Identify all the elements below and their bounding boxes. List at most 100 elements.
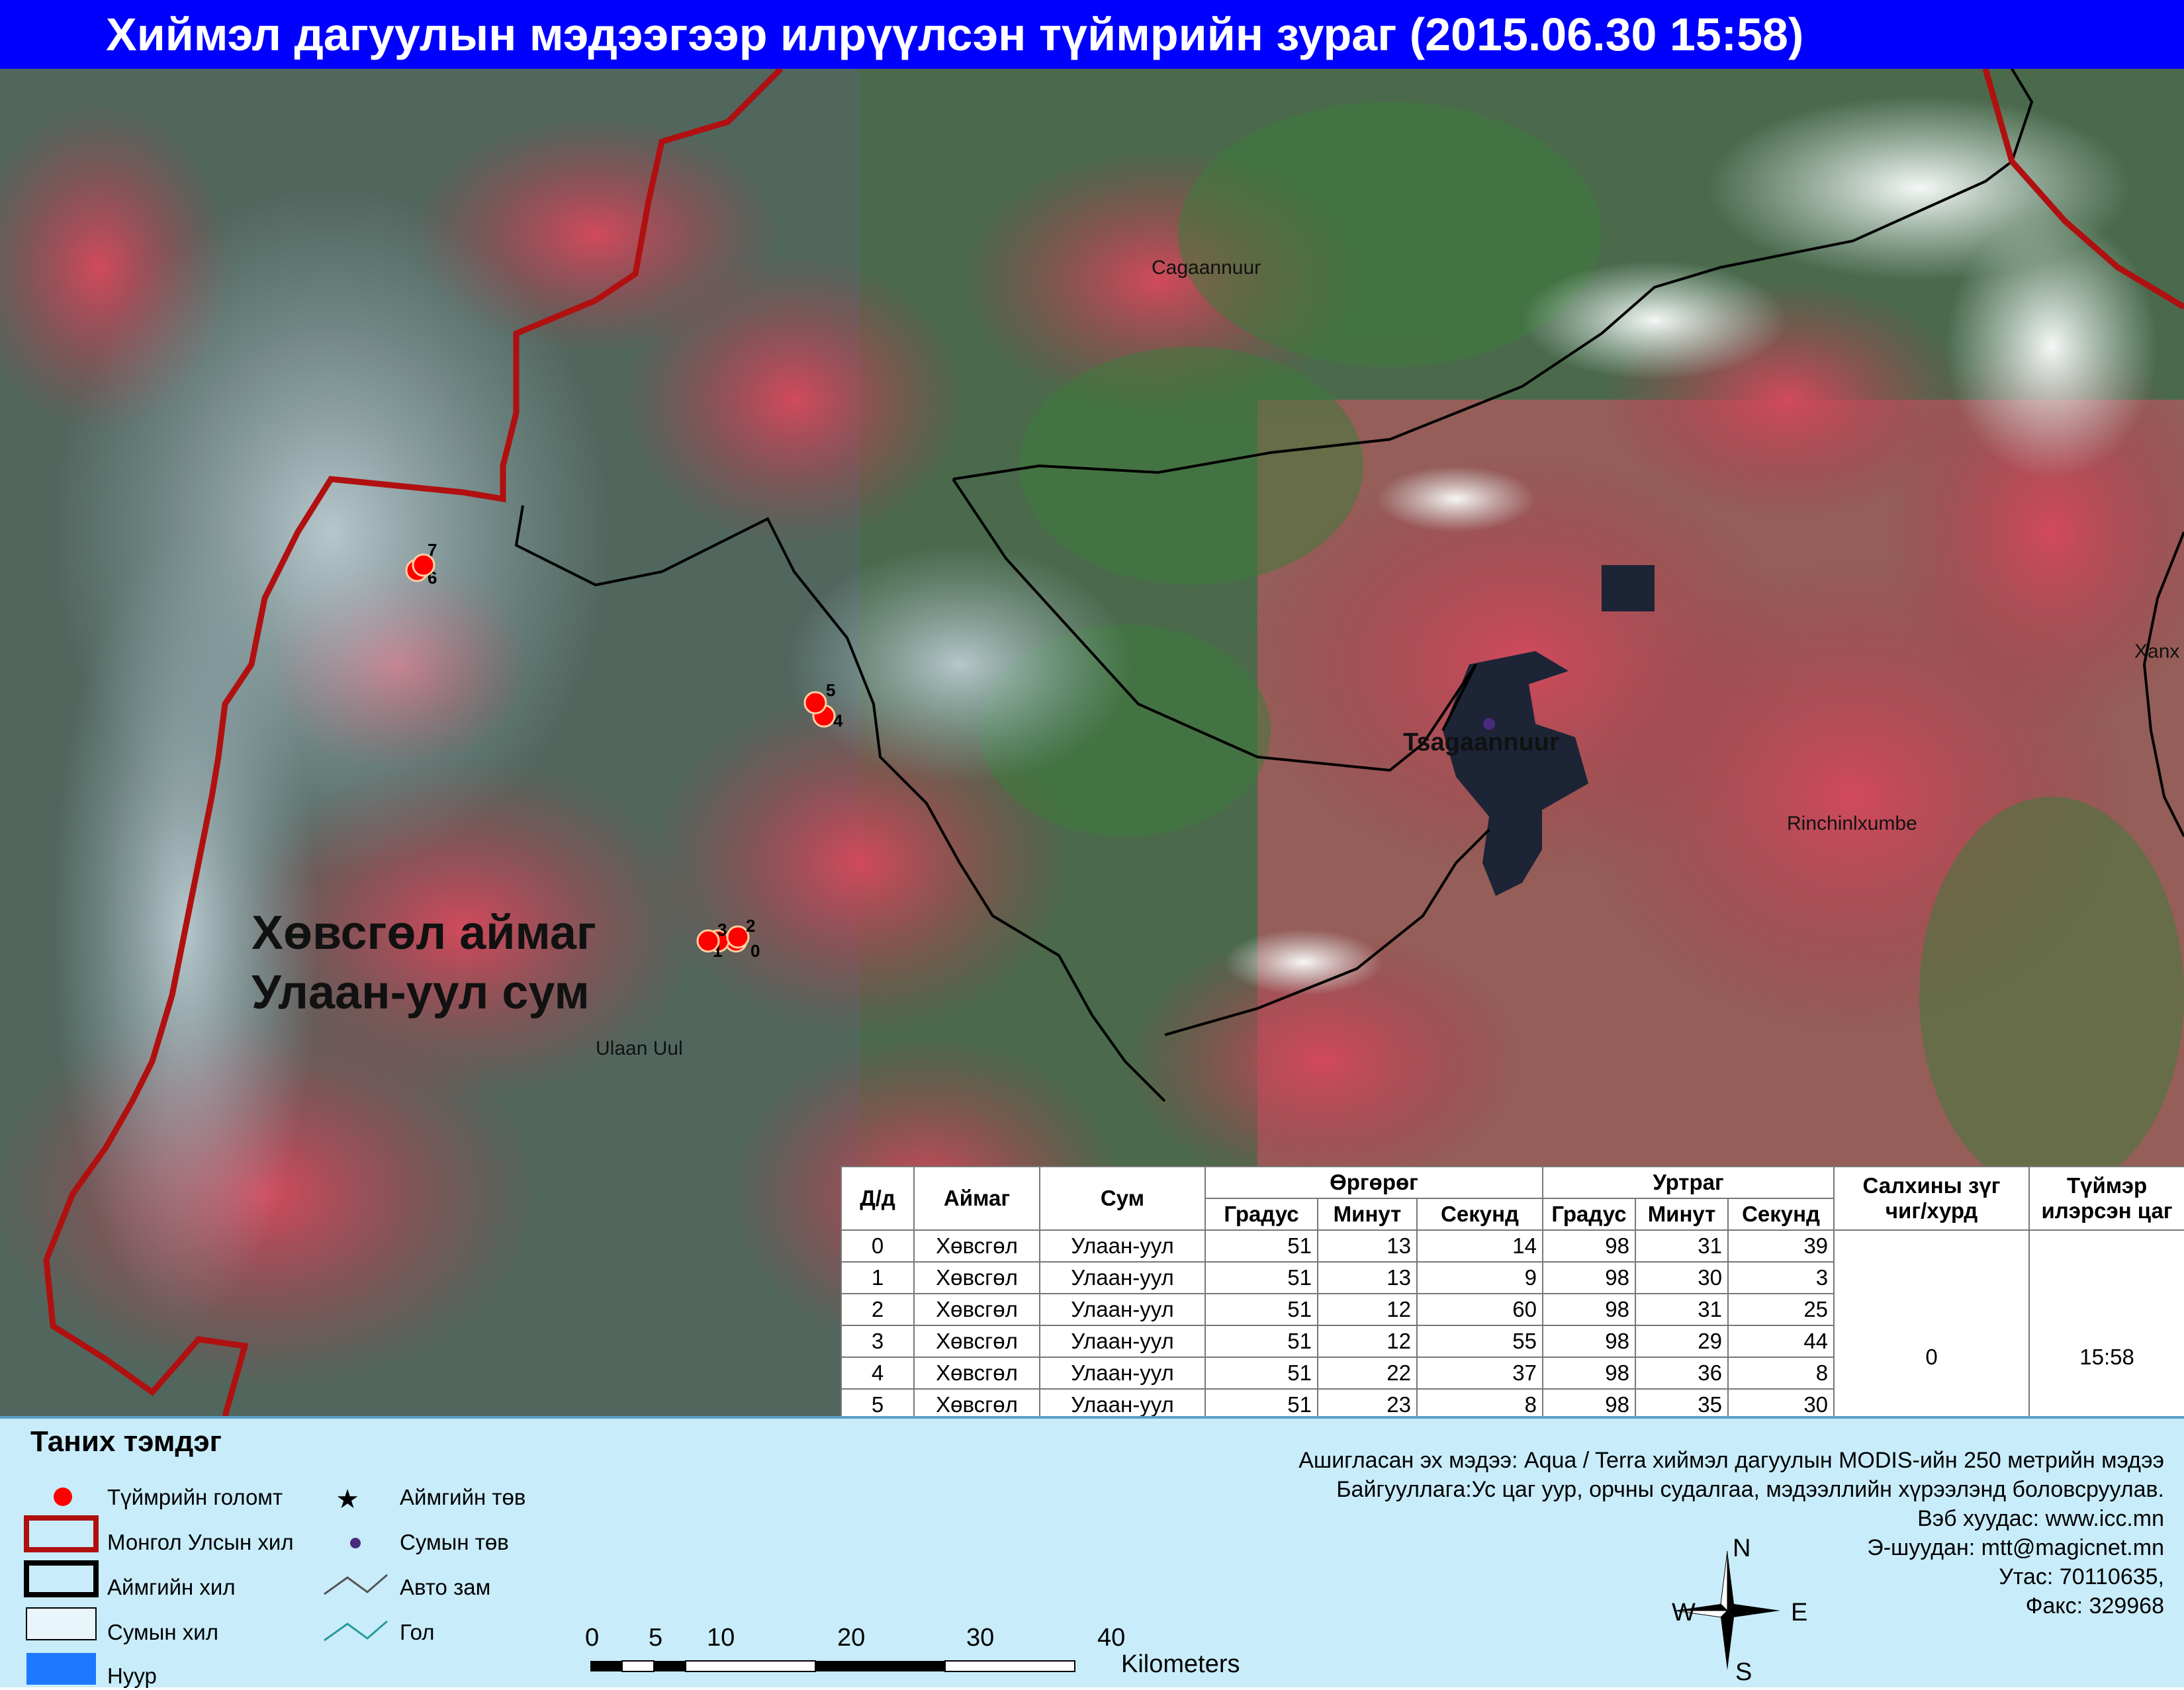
table-cell: Хөвсгөл [913, 1293, 1040, 1326]
scale-tick-10: 10 [707, 1624, 735, 1652]
table-cell: 31 [1635, 1293, 1729, 1326]
label-sum: Улаан-уул сум [251, 966, 590, 1019]
satellite-map[interactable]: 01234567 Хөвсгөл аймаг Улаан-уул сум Ula… [0, 69, 2184, 1485]
table-cell: 3 [1727, 1261, 1835, 1294]
legend-road-label: Авто зам [400, 1575, 491, 1599]
table-cell: 8 [1727, 1356, 1835, 1390]
legend-border-icon [24, 1515, 99, 1552]
table-cell: 9 [1416, 1261, 1544, 1294]
table-row: 0 Хөвсгөл Улаан-уул 51 13 14 98 31 39 0 15:58 [841, 1229, 2184, 1485]
scale-tick-30: 30 [966, 1624, 995, 1652]
header-lat-deg: Градус [1205, 1198, 1318, 1231]
table-cell: 13 [1317, 1261, 1418, 1294]
info-source: Ашигласан эх мэдээ: Aqua / Terra хиймэл … [1298, 1448, 2164, 1473]
label-region: Хөвсгөл аймаг [251, 907, 596, 959]
fire-point-label: 4 [833, 711, 843, 731]
info-email: Э-шуудан: mtt@magicnet.mn [1867, 1535, 2164, 1560]
label-cagaannuur: Cagaannuur [1152, 257, 1261, 279]
table-cell: 31 [1635, 1229, 1729, 1263]
header-dd: Д/д [841, 1166, 915, 1231]
table-cell: Улаан-уул [1039, 1261, 1206, 1294]
scale-tick-40: 40 [1097, 1624, 1126, 1652]
table-cell: 25 [1727, 1293, 1835, 1326]
lake-small [1602, 565, 1655, 611]
table-cell: Улаан-уул [1039, 1293, 1206, 1326]
fire-point-marker[interactable] [696, 929, 720, 953]
header-lon-deg: Градус [1542, 1198, 1637, 1231]
label-tsagaannuur: Tsagaannuur [1403, 729, 1559, 756]
table-cell: 98 [1542, 1293, 1637, 1326]
legend-aimag-center-icon: ★ [336, 1485, 359, 1514]
table-cell: Хөвсгөл [913, 1229, 1040, 1263]
legend-border-label: Монгол Улсын хил [107, 1530, 294, 1554]
table-cell: 14 [1416, 1229, 1544, 1263]
fire-point-marker[interactable] [803, 691, 827, 715]
header-lon-sec: Секунд [1727, 1198, 1835, 1231]
table-cell: 12 [1317, 1325, 1418, 1358]
scale-tick-20: 20 [837, 1624, 866, 1652]
table-cell: 98 [1542, 1229, 1637, 1263]
header-lon-min: Минут [1635, 1198, 1729, 1231]
scale-tick-5: 5 [649, 1624, 663, 1652]
header-longitude: Уртраг [1542, 1166, 1835, 1199]
scale-unit: Kilometers [1121, 1650, 1240, 1678]
header-wind: Салхины зүг чиг/хурд [1833, 1166, 2030, 1231]
table-cell: 51 [1205, 1293, 1318, 1326]
fire-point-label: 7 [428, 540, 437, 560]
table-cell: 4 [841, 1356, 915, 1390]
table-cell: 51 [1205, 1261, 1318, 1294]
fire-point-label: 0 [751, 941, 760, 961]
table-cell: 51 [1205, 1229, 1318, 1263]
table-cell: 0 [841, 1229, 915, 1263]
table-cell: 98 [1542, 1261, 1637, 1294]
fire-point-label: 2 [746, 916, 755, 936]
table-cell: 12 [1317, 1293, 1418, 1326]
table-cell: 51 [1205, 1356, 1318, 1390]
header-latitude: Өргөрөг [1204, 1166, 1544, 1199]
table-cell: 51 [1205, 1325, 1318, 1358]
fire-point-label: 5 [826, 680, 835, 700]
table-cell: Хөвсгөл [913, 1325, 1040, 1358]
scale-bar [590, 1660, 1075, 1672]
header-lat-min: Минут [1317, 1198, 1418, 1231]
legend-lake-label: Нуур [107, 1664, 157, 1688]
fire-point-label: 3 [717, 920, 727, 940]
compass-e: E [1791, 1599, 1808, 1626]
legend-sum-border-label: Сумын хил [107, 1620, 218, 1644]
table-cell: 98 [1542, 1356, 1637, 1390]
table-cell: 29 [1635, 1325, 1729, 1358]
compass-s: S [1735, 1658, 1752, 1686]
scale-tick-0: 0 [585, 1624, 600, 1652]
table-cell: 60 [1416, 1293, 1544, 1326]
table-cell: 55 [1416, 1325, 1544, 1358]
legend-fire-icon [54, 1488, 72, 1506]
label-xanx: Xanx [2134, 641, 2179, 662]
table-cell: Хөвсгөл [913, 1261, 1040, 1294]
header-detected: Түймэр илэрсэн цаг [2028, 1166, 2184, 1231]
legend-aimag-border-label: Аймгийн хил [107, 1575, 236, 1599]
info-phone: Утас: 70110635, [1999, 1564, 2164, 1589]
table-cell: 44 [1727, 1325, 1835, 1358]
header-aimag: Аймаг [913, 1166, 1040, 1231]
table-cell: 98 [1542, 1325, 1637, 1358]
label-ulaan-uul: Ulaan Uul [596, 1038, 683, 1059]
label-rinchinlxumbe: Rinchinlxumbe [1787, 813, 1917, 834]
table-cell: Хөвсгөл [913, 1356, 1040, 1390]
header-lat-sec: Секунд [1416, 1198, 1544, 1231]
table-cell: Улаан-уул [1039, 1229, 1206, 1263]
table-cell: 2 [841, 1293, 915, 1326]
info-web: Вэб хуудас: www.icc.mn [1917, 1506, 2164, 1531]
legend-lake-icon [26, 1653, 96, 1685]
info-org: Байгууллага:Ус цаг уур, орчны судалгаа, … [1336, 1477, 2164, 1502]
legend-panel: Таних тэмдэг ★ Түймрийн голомт Монгол Ул… [0, 1416, 2184, 1688]
info-fax: Факс: 329968 [2025, 1593, 2164, 1619]
compass-w: W [1672, 1599, 1696, 1626]
table-cell: 1 [841, 1261, 915, 1294]
table-cell: 39 [1727, 1229, 1835, 1263]
legend-river-icon [324, 1620, 388, 1642]
legend-sum-center-icon [350, 1538, 361, 1548]
table-cell: 30 [1635, 1261, 1729, 1294]
table-cell: 36 [1635, 1356, 1729, 1390]
table-cell: Улаан-уул [1039, 1325, 1206, 1358]
table-cell: 3 [841, 1325, 915, 1358]
